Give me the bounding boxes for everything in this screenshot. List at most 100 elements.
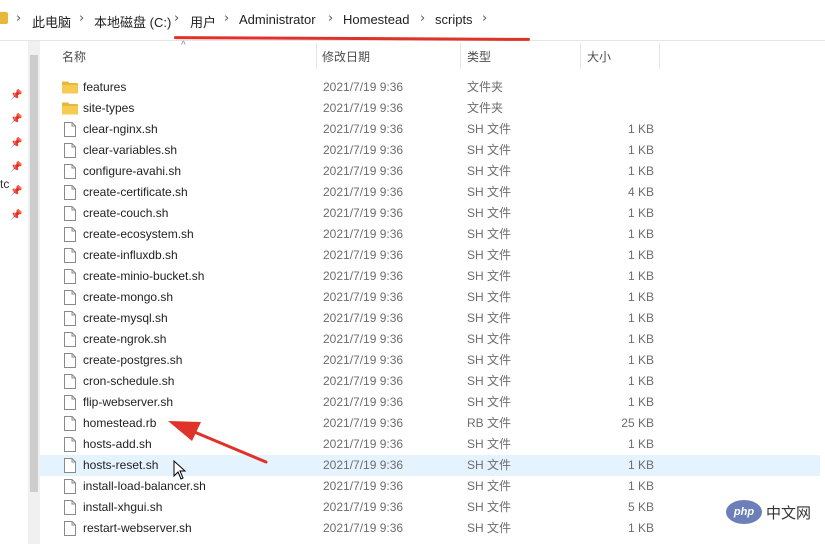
- file-icon: [64, 374, 76, 389]
- file-name[interactable]: install-load-balancer.sh: [83, 476, 206, 497]
- file-name[interactable]: homestead.rb: [83, 413, 156, 434]
- file-size: [580, 77, 654, 98]
- file-name[interactable]: restart-webserver.sh: [83, 518, 192, 539]
- file-type: SH 文件: [467, 227, 512, 241]
- file-name[interactable]: cron-schedule.sh: [83, 371, 174, 392]
- file-name[interactable]: create-ecosystem.sh: [83, 224, 194, 245]
- file-size: 1 KB: [627, 521, 654, 535]
- file-name[interactable]: site-types: [83, 98, 134, 119]
- file-icon: [64, 311, 76, 326]
- file-row[interactable]: features 2021/7/19 9:36 文件夹: [40, 77, 820, 98]
- column-divider[interactable]: [659, 43, 660, 69]
- column-header-type[interactable]: 类型: [467, 41, 491, 73]
- file-row[interactable]: restart-webserver.sh 2021/7/19 9:36 SH 文件 1…: [40, 518, 820, 539]
- pin-icon[interactable]: 📌: [10, 138, 22, 149]
- file-row[interactable]: create-ecosystem.sh 2021/7/19 9:36 SH 文件 1 …: [40, 224, 820, 245]
- file-name[interactable]: features: [83, 77, 126, 98]
- file-name[interactable]: create-mongo.sh: [83, 287, 173, 308]
- file-size: 1 KB: [627, 353, 654, 367]
- file-name[interactable]: install-xhgui.sh: [83, 497, 162, 518]
- pin-icon[interactable]: 📌: [10, 90, 22, 101]
- file-name[interactable]: hosts-add.sh: [83, 434, 152, 455]
- pin-icon[interactable]: 📌: [10, 186, 22, 197]
- file-name[interactable]: create-mysql.sh: [83, 308, 168, 329]
- chevron-right-icon[interactable]: ›: [482, 11, 487, 26]
- folder-icon: [0, 12, 8, 24]
- pin-icon[interactable]: 📌: [10, 210, 22, 221]
- column-header-name[interactable]: 名称: [62, 41, 86, 73]
- file-row[interactable]: site-types 2021/7/19 9:36 文件夹: [40, 98, 820, 119]
- file-name[interactable]: create-postgres.sh: [83, 350, 182, 371]
- file-row[interactable]: configure-avahi.sh 2021/7/19 9:36 SH 文件 1 K…: [40, 161, 820, 182]
- file-row[interactable]: hosts-add.sh 2021/7/19 9:36 SH 文件 1 KB: [40, 434, 820, 455]
- file-row[interactable]: install-xhgui.sh 2021/7/19 9:36 SH 文件 5 KB: [40, 497, 820, 518]
- file-name[interactable]: create-couch.sh: [83, 203, 168, 224]
- file-name[interactable]: create-certificate.sh: [83, 182, 188, 203]
- file-size: 1 KB: [627, 164, 654, 178]
- address-bar[interactable]: › 此电脑 › 本地磁盘 (C:) › 用户 › Administrator ›…: [0, 0, 825, 41]
- file-icon: [64, 521, 76, 536]
- chevron-right-icon[interactable]: ›: [224, 11, 229, 26]
- file-row[interactable]: hosts-reset.sh 2021/7/19 9:36 SH 文件 1 KB: [40, 455, 820, 476]
- file-row[interactable]: clear-variables.sh 2021/7/19 9:36 SH 文件 1 K…: [40, 140, 820, 161]
- column-divider[interactable]: [316, 43, 317, 69]
- file-size: 1 KB: [627, 479, 654, 493]
- file-modified-date: 2021/7/19 9:36: [323, 311, 404, 325]
- file-icon: [64, 479, 76, 494]
- file-icon: [64, 248, 76, 263]
- file-row[interactable]: create-influxdb.sh 2021/7/19 9:36 SH 文件 1 K…: [40, 245, 820, 266]
- chevron-right-icon[interactable]: ›: [174, 11, 179, 26]
- file-name[interactable]: create-minio-bucket.sh: [83, 266, 204, 287]
- column-divider[interactable]: [460, 43, 461, 69]
- folder-icon: [62, 81, 78, 94]
- file-type: 文件夹: [467, 80, 504, 94]
- chevron-right-icon[interactable]: ›: [79, 11, 84, 26]
- file-row[interactable]: install-load-balancer.sh 2021/7/19 9:36 SH…: [40, 476, 820, 497]
- breadcrumb-administrator[interactable]: Administrator: [239, 12, 316, 27]
- file-row[interactable]: homestead.rb 2021/7/19 9:36 RB 文件 25 KB: [40, 413, 820, 434]
- breadcrumb-this-pc[interactable]: 此电脑: [32, 12, 71, 31]
- breadcrumb-users[interactable]: 用户: [190, 12, 216, 31]
- file-icon: [64, 269, 76, 284]
- file-icon: [64, 500, 76, 515]
- file-modified-date: 2021/7/19 9:36: [323, 185, 404, 199]
- file-name[interactable]: configure-avahi.sh: [83, 161, 181, 182]
- file-name[interactable]: create-influxdb.sh: [83, 245, 178, 266]
- breadcrumb-local-disk[interactable]: 本地磁盘 (C:): [94, 12, 171, 31]
- column-divider[interactable]: [580, 43, 581, 69]
- column-header-size[interactable]: 大小: [587, 41, 611, 73]
- file-type: SH 文件: [467, 248, 512, 262]
- file-modified-date: 2021/7/19 9:36: [323, 80, 404, 94]
- chevron-right-icon[interactable]: ›: [328, 11, 333, 26]
- file-size: 1 KB: [627, 311, 654, 325]
- file-icon: [64, 164, 76, 179]
- file-row[interactable]: create-postgres.sh 2021/7/19 9:36 SH 文件 1 K…: [40, 350, 820, 371]
- column-header-date[interactable]: 修改日期: [322, 41, 370, 73]
- file-type: SH 文件: [467, 500, 512, 514]
- file-name[interactable]: clear-nginx.sh: [83, 119, 158, 140]
- breadcrumb-homestead[interactable]: Homestead: [343, 12, 409, 27]
- file-row[interactable]: flip-webserver.sh 2021/7/19 9:36 SH 文件 1 KB: [40, 392, 820, 413]
- pin-icon[interactable]: 📌: [10, 162, 22, 173]
- file-name[interactable]: create-ngrok.sh: [83, 329, 166, 350]
- file-row[interactable]: create-ngrok.sh 2021/7/19 9:36 SH 文件 1 KB: [40, 329, 820, 350]
- file-row[interactable]: create-certificate.sh 2021/7/19 9:36 SH 文件…: [40, 182, 820, 203]
- breadcrumb-scripts[interactable]: scripts: [435, 12, 473, 27]
- pin-icon[interactable]: 📌: [10, 114, 22, 125]
- file-type: SH 文件: [467, 353, 512, 367]
- nav-item-label-fragment[interactable]: tc: [0, 177, 9, 191]
- file-name[interactable]: clear-variables.sh: [83, 140, 177, 161]
- file-row[interactable]: cron-schedule.sh 2021/7/19 9:36 SH 文件 1 KB: [40, 371, 820, 392]
- file-row[interactable]: create-couch.sh 2021/7/19 9:36 SH 文件 1 KB: [40, 203, 820, 224]
- file-row[interactable]: create-mongo.sh 2021/7/19 9:36 SH 文件 1 KB: [40, 287, 820, 308]
- file-name[interactable]: hosts-reset.sh: [83, 455, 158, 476]
- scrollbar-thumb[interactable]: [30, 55, 38, 492]
- file-type: 文件夹: [467, 101, 504, 115]
- chevron-right-icon[interactable]: ›: [420, 11, 425, 26]
- file-modified-date: 2021/7/19 9:36: [323, 374, 404, 388]
- file-row[interactable]: create-minio-bucket.sh 2021/7/19 9:36 SH 文…: [40, 266, 820, 287]
- file-row[interactable]: create-mysql.sh 2021/7/19 9:36 SH 文件 1 KB: [40, 308, 820, 329]
- file-name[interactable]: flip-webserver.sh: [83, 392, 173, 413]
- file-type: SH 文件: [467, 437, 512, 451]
- file-row[interactable]: clear-nginx.sh 2021/7/19 9:36 SH 文件 1 KB: [40, 119, 820, 140]
